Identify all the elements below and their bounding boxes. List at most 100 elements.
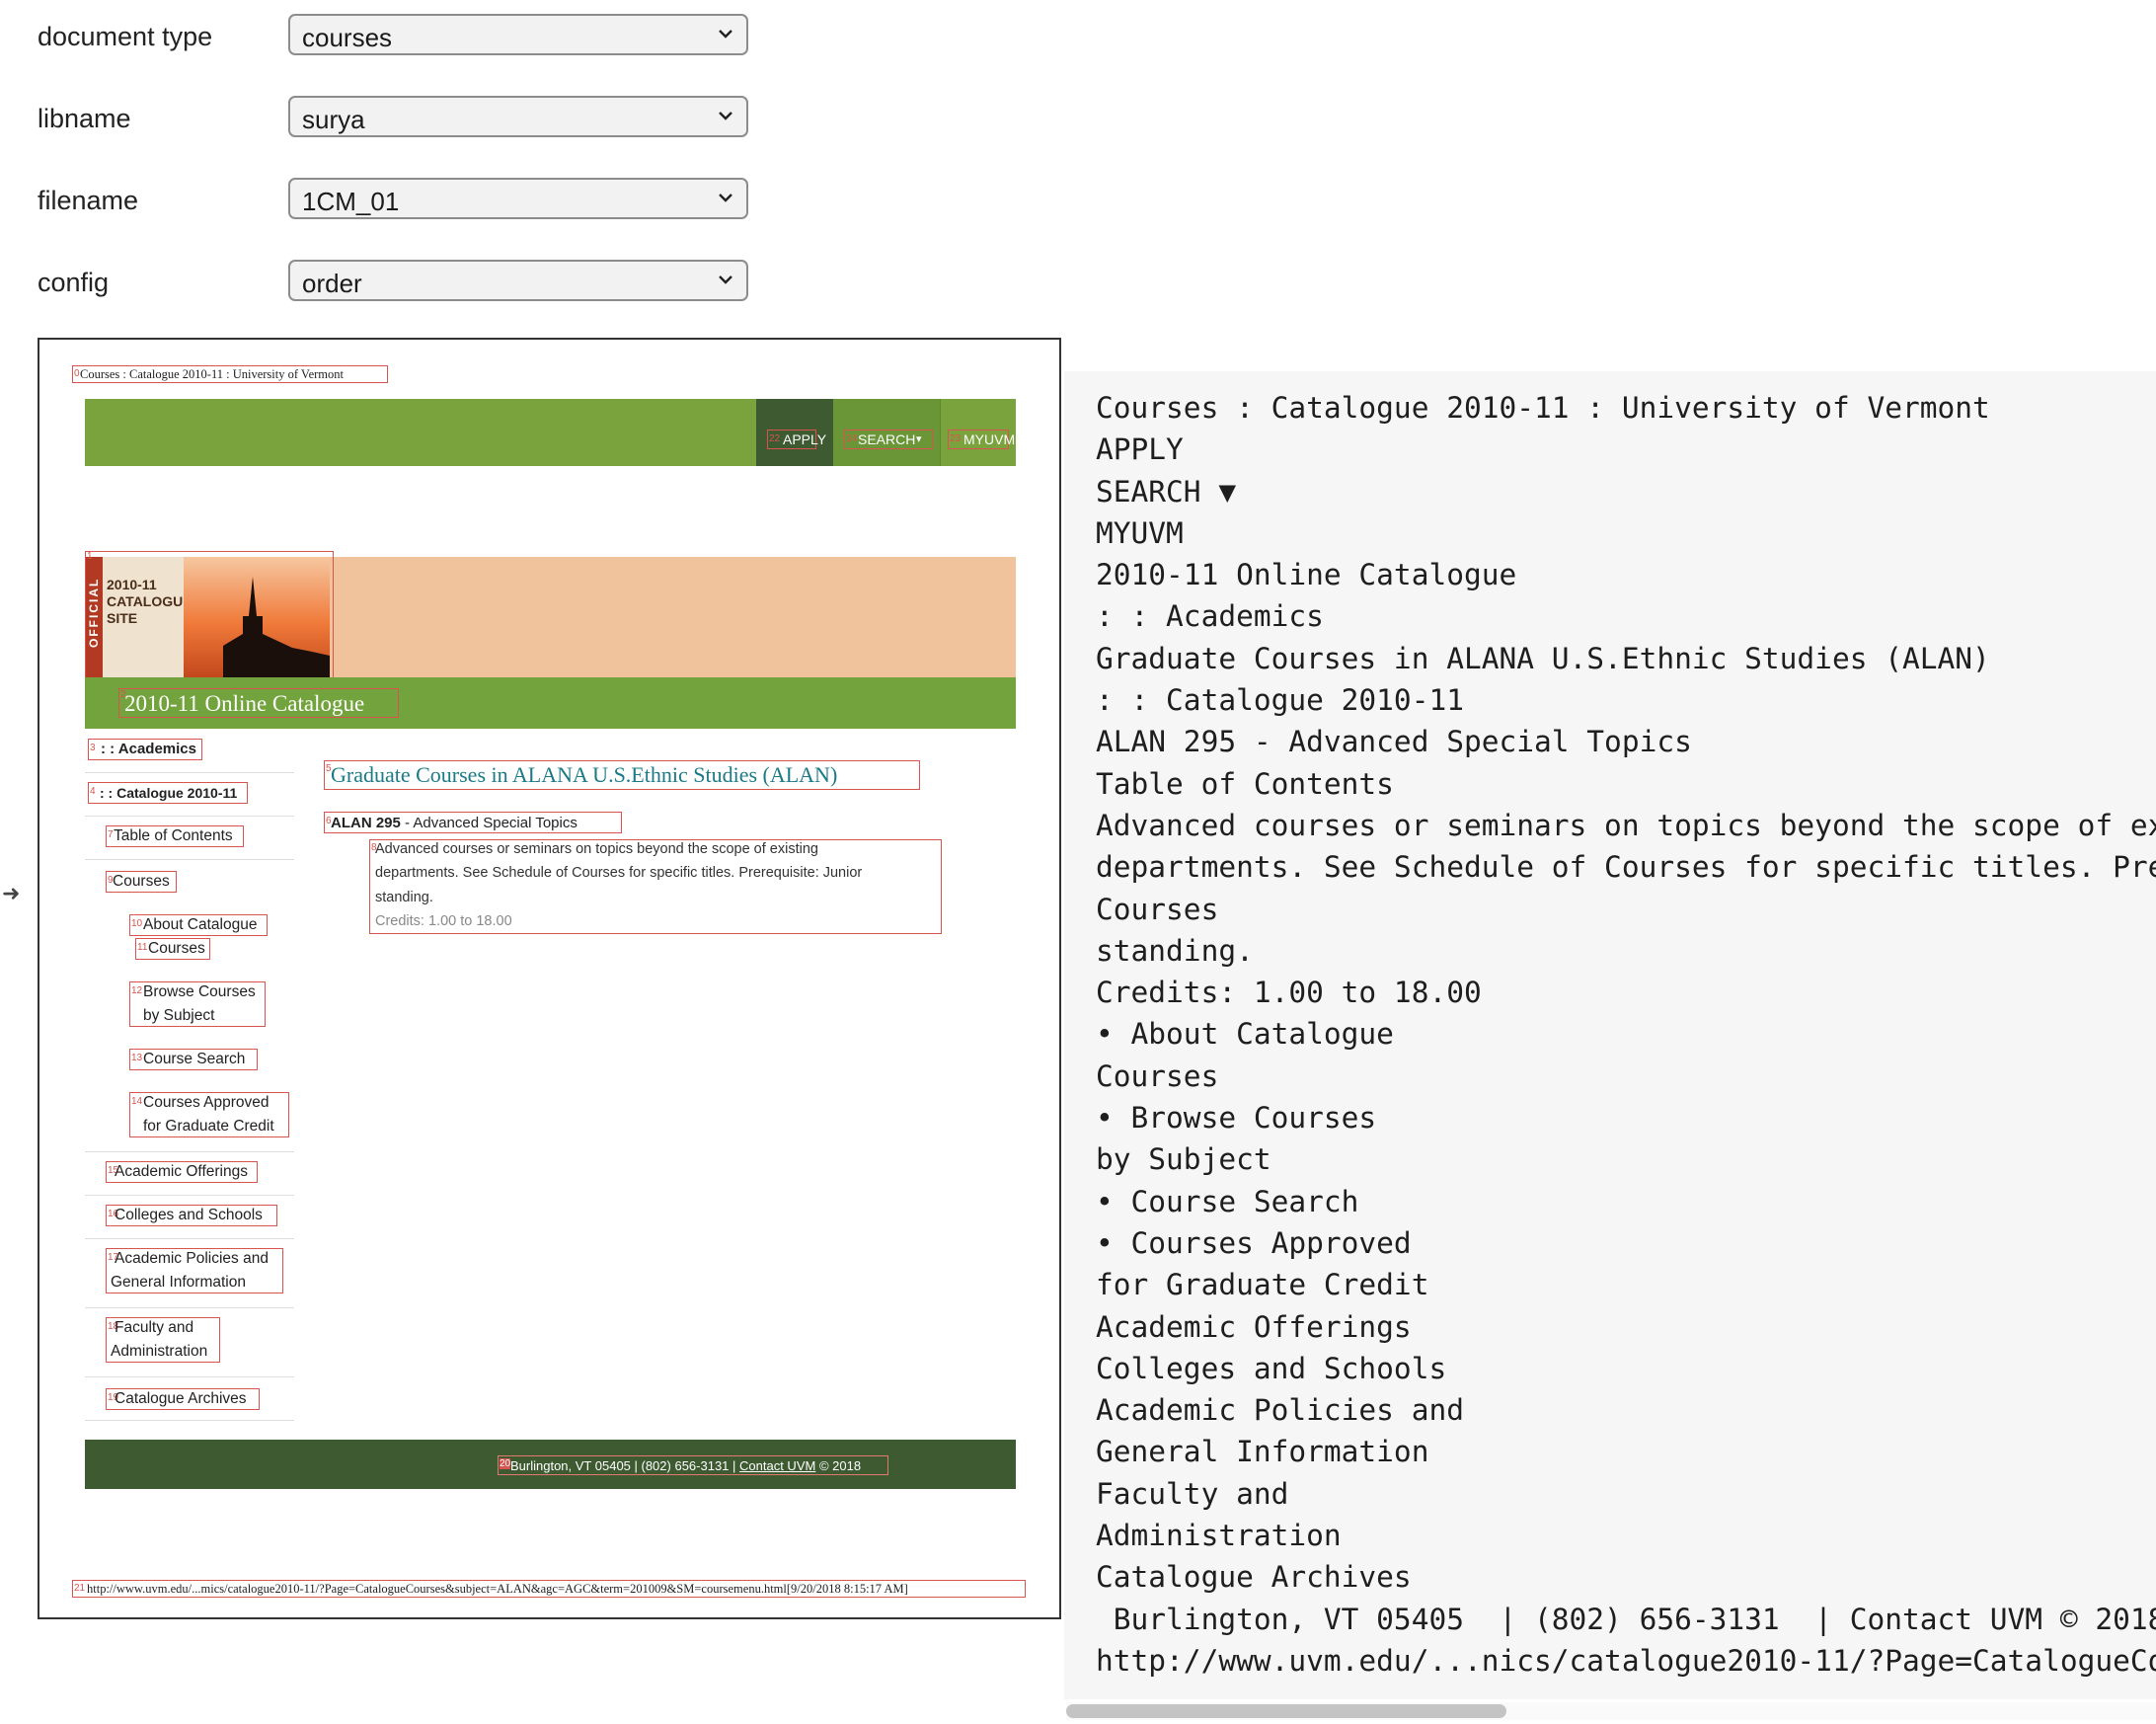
nav-myuvm-label: MYUVM	[963, 431, 1016, 447]
text-line: Courses	[1096, 1058, 1219, 1093]
section-heading-box: 5 Graduate Courses in ALANA U.S.Ethnic S…	[324, 760, 920, 790]
text-line: Credits: 1.00 to 18.00	[1096, 976, 1482, 1010]
nav-myuvm[interactable]: 23 MYUVM	[940, 399, 1016, 466]
course-description-box: 8 Advanced courses or seminars on topics…	[369, 839, 942, 934]
sidebar-item-label: for Graduate Credit	[143, 1118, 274, 1135]
sidebar-item-courses-approved[interactable]: 14 Courses Approved for Graduate Credit	[129, 1092, 289, 1137]
form-row-libname: libname surya	[38, 96, 758, 141]
page-title: Courses : Catalogue 2010-11 : University…	[80, 367, 344, 381]
form-row-config: config order	[38, 260, 758, 305]
text-line: Graduate Courses in ALANA U.S.Ethnic Stu…	[1096, 641, 1990, 675]
sidebar-item-about-catalogue[interactable]: 10 About Catalogue	[129, 914, 268, 936]
extracted-text-panel[interactable]: Courses : Catalogue 2010-11 : University…	[1064, 371, 2156, 1699]
text-line: SEARCH ▼	[1096, 474, 1237, 509]
text-line: http://www.uvm.edu/...nics/catalogue2010…	[1096, 1643, 2156, 1678]
text-line: MYUVM	[1096, 515, 1184, 550]
horizontal-scrollbar[interactable]	[1066, 1702, 2156, 1720]
text-line: : : Catalogue 2010-11	[1096, 683, 1464, 718]
sidebar-item-label: Administration	[111, 1343, 208, 1360]
sidebar-item-label: Course Search	[143, 1051, 246, 1067]
sidebar-item-label: Table of Contents	[114, 827, 233, 844]
sidebar-item-label: Courses	[148, 940, 205, 957]
text-line: Burlington, VT 05405 | (802) 656-3131 | …	[1096, 1602, 2156, 1636]
box-tag: 22	[769, 433, 781, 444]
text-line: Colleges and Schools	[1096, 1351, 1447, 1385]
sidebar-item-catalogue-archives[interactable]: 19 Catalogue Archives	[106, 1388, 260, 1410]
box-tag: 0	[74, 368, 80, 379]
sidebar-item-colleges-schools[interactable]: 16 Colleges and Schools	[106, 1205, 277, 1226]
text-line: for Graduate Credit	[1096, 1268, 1429, 1302]
text-line: 2010-11 Online Catalogue	[1096, 558, 1517, 592]
text-line: Faculty and	[1096, 1476, 1289, 1511]
filename-select[interactable]: 1CM_01	[288, 178, 748, 219]
text-line: : : Academics	[1096, 599, 1324, 634]
text-line: Catalogue Archives	[1096, 1560, 1412, 1595]
sidebar-item-label: Catalogue Archives	[115, 1390, 247, 1407]
sidebar-item-course-search[interactable]: 13 Course Search	[129, 1049, 258, 1070]
sidebar-item-table-of-contents[interactable]: 7 Table of Contents	[106, 825, 244, 847]
document-type-select[interactable]: courses	[288, 14, 748, 55]
sidebar-item-courses[interactable]: 9 Courses	[106, 871, 177, 893]
config-select[interactable]: order	[288, 260, 748, 301]
logo-box: 1	[85, 551, 334, 683]
source-url: http://www.uvm.edu/...mics/catalogue2010…	[87, 1582, 908, 1596]
document-type-label: document type	[38, 22, 213, 51]
text-line: Table of Contents	[1096, 766, 1394, 801]
text-line: • Browse Courses	[1096, 1101, 1377, 1136]
text-line: Courses	[1096, 892, 1219, 926]
sidebar-item-academics[interactable]: 3 : : Academics	[88, 739, 202, 760]
text-line: departments. See Schedule of Courses for…	[1096, 850, 2156, 885]
page-title-box: 0 Courses : Catalogue 2010-11 : Universi…	[72, 365, 388, 383]
text-line: Courses : Catalogue 2010-11 : University…	[1096, 391, 1990, 425]
nav-search[interactable]: 24 SEARCH ▾	[833, 399, 940, 466]
section-heading: Graduate Courses in ALANA U.S.Ethnic Stu…	[331, 762, 838, 787]
box-tag: 24	[846, 433, 858, 444]
arrow-right-icon: ➜	[2, 881, 21, 905]
text-line: Advanced courses or seminars on topics b…	[1096, 808, 2156, 842]
catalogue-title-bar: 2 2010-11 Online Catalogue	[85, 677, 1016, 729]
sidebar-item-label: Academic Policies and	[115, 1250, 269, 1267]
sidebar-item-academic-policies[interactable]: 17 Academic Policies and General Informa…	[106, 1248, 283, 1293]
footer-address: Burlington, VT 05405 | (802) 656-3131 |	[510, 1458, 740, 1473]
box-tag: 1	[87, 551, 93, 562]
sidebar-item-label: About Catalogue	[143, 916, 258, 933]
text-line: standing.	[1096, 933, 1254, 968]
description-line: departments. See Schedule of Courses for…	[375, 865, 863, 881]
scrollbar-thumb[interactable]	[1066, 1704, 1506, 1718]
text-line: Administration	[1096, 1519, 1342, 1553]
sidebar-item-label: by Subject	[143, 1007, 215, 1024]
chevron-down-icon	[719, 30, 732, 39]
nav-search-label: SEARCH	[858, 431, 916, 447]
contact-uvm-link[interactable]: Contact UVM	[739, 1458, 815, 1473]
text-line: • About Catalogue	[1096, 1017, 1394, 1052]
nav-apply[interactable]: 22 APPLY	[756, 399, 833, 466]
text-line: ALAN 295 - Advanced Special Topics	[1096, 725, 1692, 759]
footer-text: Burlington, VT 05405 | (802) 656-3131 | …	[510, 1458, 861, 1473]
text-line: Academic Policies and	[1096, 1393, 1464, 1428]
box-tag: 21	[74, 1583, 86, 1594]
sidebar-item-catalogue[interactable]: 4 : : Catalogue 2010-11	[88, 782, 248, 804]
course-credits: Credits: 1.00 to 18.00	[375, 913, 512, 929]
sidebar-item-label: Courses	[113, 873, 170, 890]
sidebar-item-browse-courses[interactable]: 12 Browse Courses by Subject	[129, 981, 266, 1027]
sidebar-item-label: Faculty and	[115, 1319, 194, 1336]
sidebar-item-label: : : Catalogue 2010-11	[100, 785, 238, 801]
text-line: • Courses Approved	[1096, 1225, 1412, 1260]
chevron-down-icon	[719, 112, 732, 120]
extracted-text: Courses : Catalogue 2010-11 : University…	[1096, 387, 2156, 1682]
text-line: APPLY	[1096, 432, 1184, 467]
sidebar-item-academic-offerings[interactable]: 15 Academic Offerings	[106, 1161, 258, 1183]
source-url-box: 21 http://www.uvm.edu/...mics/catalogue2…	[72, 1580, 1026, 1598]
sidebar-item-label: : : Academics	[101, 741, 196, 757]
libname-select[interactable]: surya	[288, 96, 748, 137]
sidebar-item-faculty[interactable]: 18 Faculty and Administration	[106, 1317, 220, 1363]
description-line: Advanced courses or seminars on topics b…	[375, 841, 818, 857]
form-row-document-type: document type courses	[38, 14, 758, 59]
text-line: General Information	[1096, 1435, 1429, 1469]
libname-value: surya	[302, 105, 365, 134]
footer-box: 20 Burlington, VT 05405 | (802) 656-3131…	[498, 1455, 888, 1475]
page-footer: 20 Burlington, VT 05405 | (802) 656-3131…	[85, 1440, 1016, 1489]
sidebar-item-courses-sub[interactable]: 11 Courses	[135, 938, 210, 960]
catalogue-title: 2010-11 Online Catalogue	[124, 691, 365, 716]
box-tag: 23	[950, 433, 962, 444]
